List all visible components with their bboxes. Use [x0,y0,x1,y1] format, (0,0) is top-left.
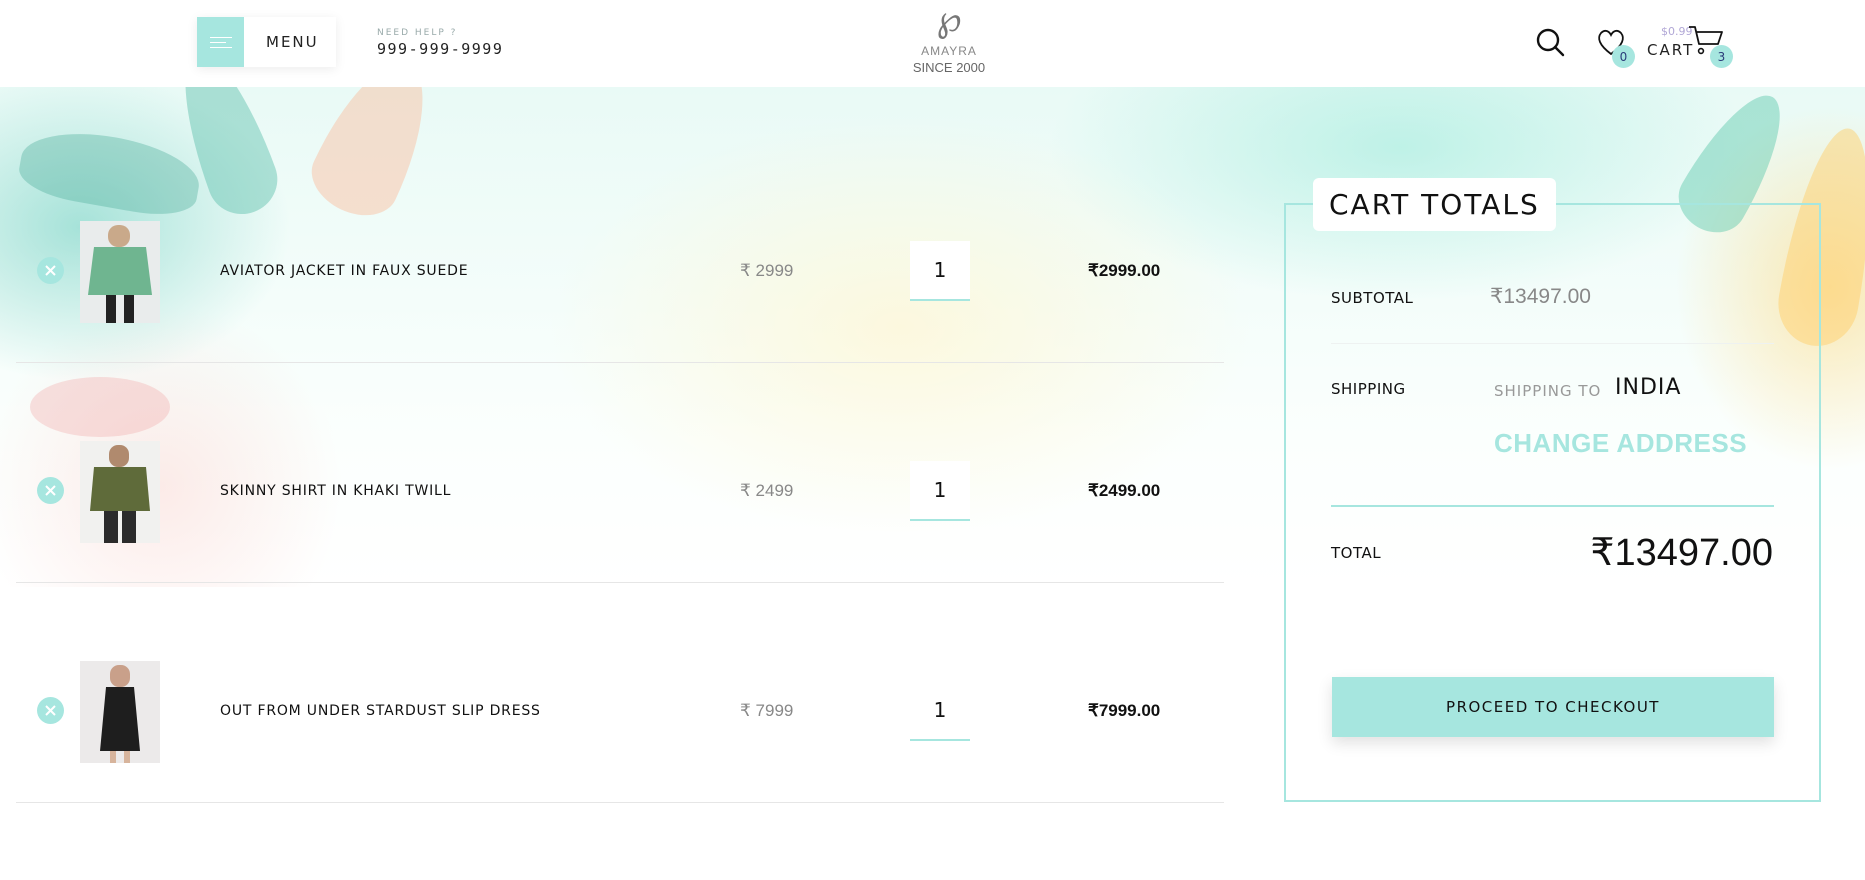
menu-button[interactable]: MENU [197,17,336,67]
divider [1331,343,1774,344]
subtotal-label: SUBTOTAL [1331,289,1414,307]
search-icon[interactable] [1535,27,1565,57]
shipping-country: INDIA [1615,375,1682,400]
item-name[interactable]: SKINNY SHIRT IN KHAKI TWILL [220,483,451,499]
help-phone[interactable]: 999-999-9999 [377,40,503,58]
remove-item-button[interactable] [37,257,64,284]
product-image[interactable] [80,441,160,543]
item-price: ₹ 2999 [740,261,794,280]
total-label: TOTAL [1331,544,1382,562]
product-image[interactable] [80,661,160,763]
shipping-label: SHIPPING [1331,380,1406,398]
help-label: NEED HELP ? [377,28,458,38]
total-value: ₹13497.00 [1590,532,1773,574]
cart-row: AVIATOR JACKET IN FAUX SUEDE ₹ 2999 1 ₹2… [16,142,1224,363]
help-contact: NEED HELP ? 999-999-9999 [377,28,503,58]
remove-item-button[interactable] [37,697,64,724]
item-price: ₹ 7999 [740,701,794,720]
logo-name: AMAYRA [921,44,977,58]
proceed-to-checkout-button[interactable]: PROCEED TO CHECKOUT [1332,677,1774,737]
quantity-input[interactable]: 1 [910,681,970,741]
product-image[interactable] [80,221,160,323]
total-divider [1331,505,1774,507]
close-icon [45,485,56,496]
cart-count-badge: 3 [1710,45,1733,68]
logo-mark-icon: ℘ [936,0,962,40]
item-name[interactable]: AVIATOR JACKET IN FAUX SUEDE [220,263,468,279]
hamburger-icon [197,17,244,67]
item-total: ₹2999.00 [1088,261,1161,280]
item-name[interactable]: OUT FROM UNDER STARDUST SLIP DRESS [220,703,541,719]
item-total: ₹7999.00 [1088,701,1161,720]
brand-logo[interactable]: ℘ AMAYRA SINCE 2000 [905,0,993,87]
menu-label: MENU [266,33,319,51]
subtotal-value: ₹13497.00 [1490,285,1591,308]
cart-row: SKINNY SHIRT IN KHAKI TWILL ₹ 2499 1 ₹24… [16,362,1224,583]
close-icon [45,705,56,716]
cart-totals-title: CART TOTALS [1313,178,1556,231]
cart-row: OUT FROM UNDER STARDUST SLIP DRESS ₹ 799… [16,582,1224,803]
quantity-input[interactable]: 1 [910,241,970,301]
item-total: ₹2499.00 [1088,481,1161,500]
wishlist-count-badge: 0 [1612,45,1635,68]
item-price: ₹ 2499 [740,481,794,500]
shipping-to-label: SHIPPING TO [1494,382,1602,400]
remove-item-button[interactable] [37,477,64,504]
logo-since: SINCE 2000 [912,60,986,75]
quantity-input[interactable]: 1 [910,461,970,521]
site-header: MENU NEED HELP ? 999-999-9999 ℘ AMAYRA S… [0,0,1865,87]
close-icon [45,265,56,276]
change-address-link[interactable]: CHANGE ADDRESS [1494,428,1747,459]
